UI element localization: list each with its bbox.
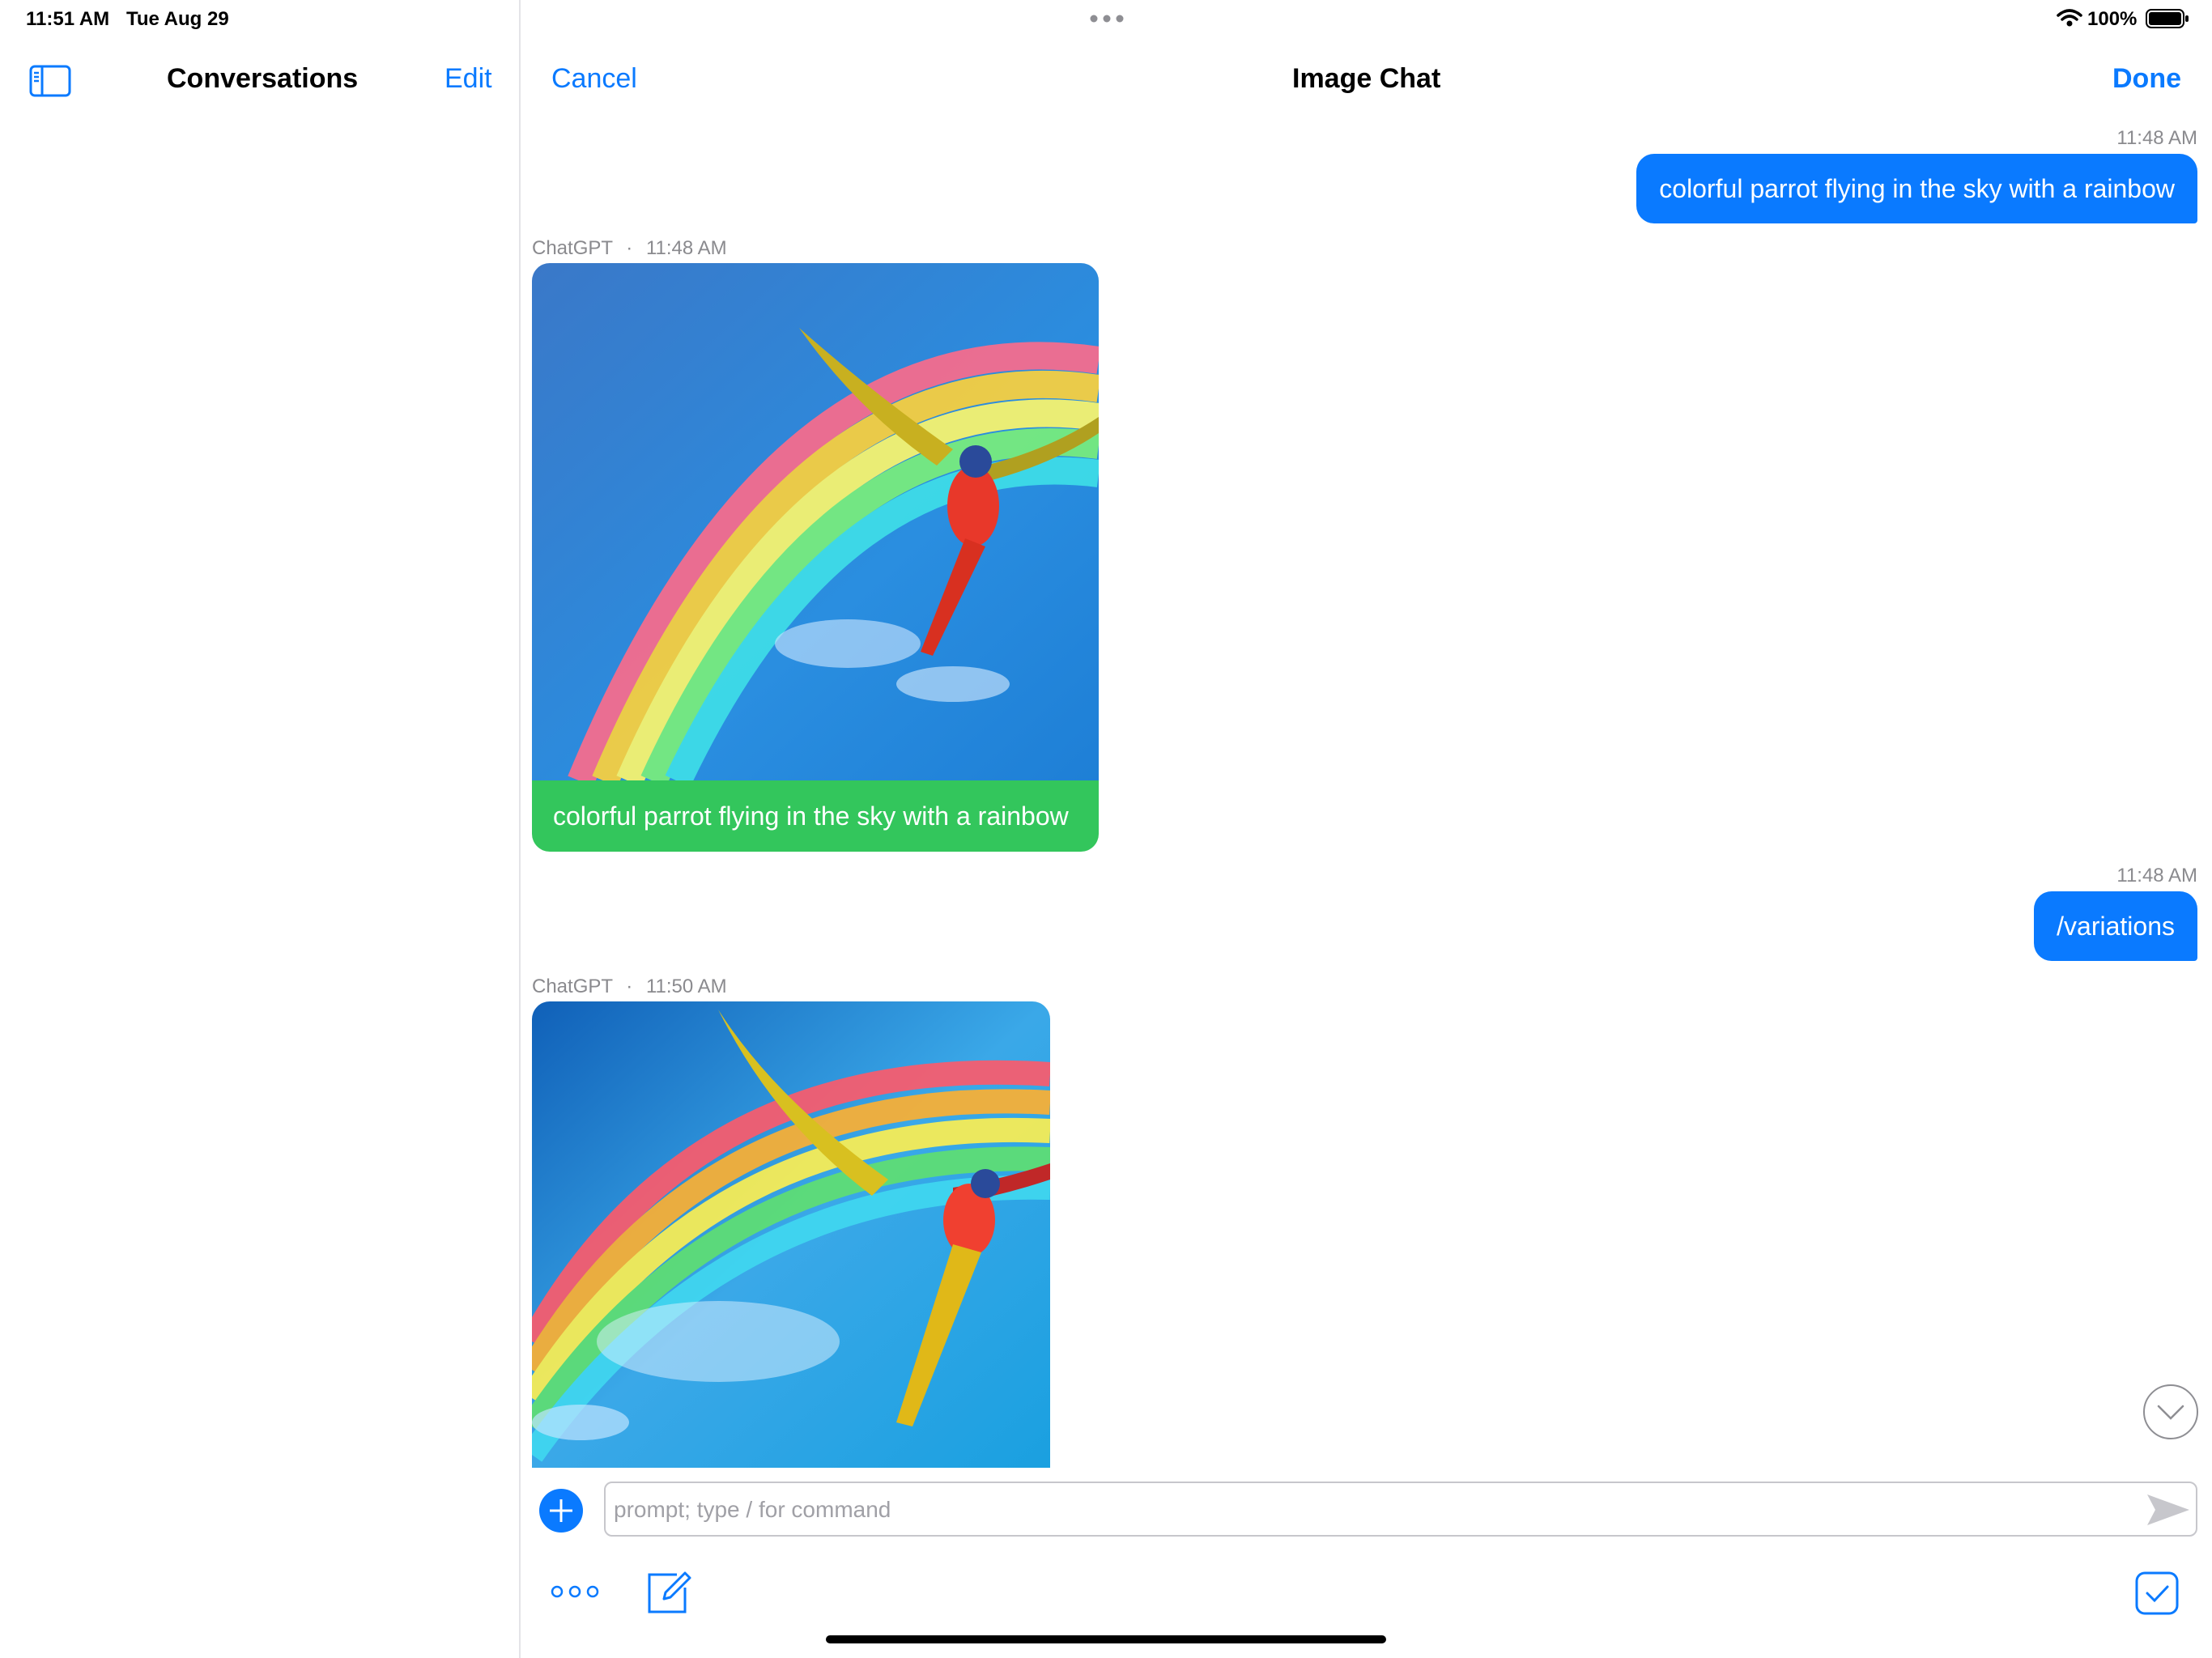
generated-image xyxy=(532,1001,1050,1468)
generated-image-card[interactable] xyxy=(532,1001,1050,1468)
plus-icon xyxy=(539,1489,583,1533)
battery-percent: 100% xyxy=(2087,8,2138,30)
image-caption: colorful parrot flying in the sky with a… xyxy=(532,780,1099,852)
scroll-down-icon[interactable] xyxy=(2142,1384,2199,1440)
generated-image-card[interactable]: colorful parrot flying in the sky with a… xyxy=(532,263,1099,852)
wifi-icon xyxy=(2057,8,2082,28)
done-button[interactable]: Done xyxy=(2112,63,2181,95)
sidebar-title: Conversations xyxy=(167,63,359,94)
generated-image xyxy=(532,263,1099,781)
message-timestamp: 11:48 AM xyxy=(2116,865,2197,886)
checkbox-icon[interactable] xyxy=(2134,1571,2180,1616)
sender-name: ChatGPT xyxy=(532,237,613,259)
sender-name: ChatGPT xyxy=(532,976,613,997)
message-meta: ChatGPT · 11:50 AM xyxy=(532,976,727,998)
message-timestamp: 11:50 AM xyxy=(645,976,727,997)
status-time: 11:51 AM xyxy=(26,8,110,30)
home-indicator xyxy=(826,1635,1386,1643)
battery-icon xyxy=(2146,8,2189,29)
meta-separator: · xyxy=(626,976,633,997)
cancel-button[interactable]: Cancel xyxy=(551,63,637,95)
multitasking-dots-icon[interactable] xyxy=(1090,13,1124,23)
meta-separator: · xyxy=(626,237,633,259)
compose-icon[interactable] xyxy=(644,1568,693,1617)
message-timestamp: 11:48 AM xyxy=(2116,127,2197,149)
sidebar-toggle-icon[interactable] xyxy=(29,65,71,97)
message-meta: ChatGPT · 11:48 AM xyxy=(532,237,727,260)
message-timestamp: 11:48 AM xyxy=(645,237,727,259)
user-message-bubble[interactable]: colorful parrot flying in the sky with a… xyxy=(1636,154,2197,223)
prompt-field[interactable] xyxy=(604,1482,2197,1537)
prompt-input[interactable] xyxy=(606,1483,2105,1537)
send-icon[interactable] xyxy=(2146,1493,2191,1527)
status-date: Tue Aug 29 xyxy=(126,8,229,30)
chat-title: Image Chat xyxy=(1292,63,1441,94)
sidebar-divider xyxy=(519,0,521,1658)
user-message-bubble[interactable]: /variations xyxy=(2034,891,2197,961)
add-attachment-button[interactable] xyxy=(538,1488,584,1533)
more-icon[interactable] xyxy=(551,1584,599,1600)
edit-button[interactable]: Edit xyxy=(445,63,492,95)
